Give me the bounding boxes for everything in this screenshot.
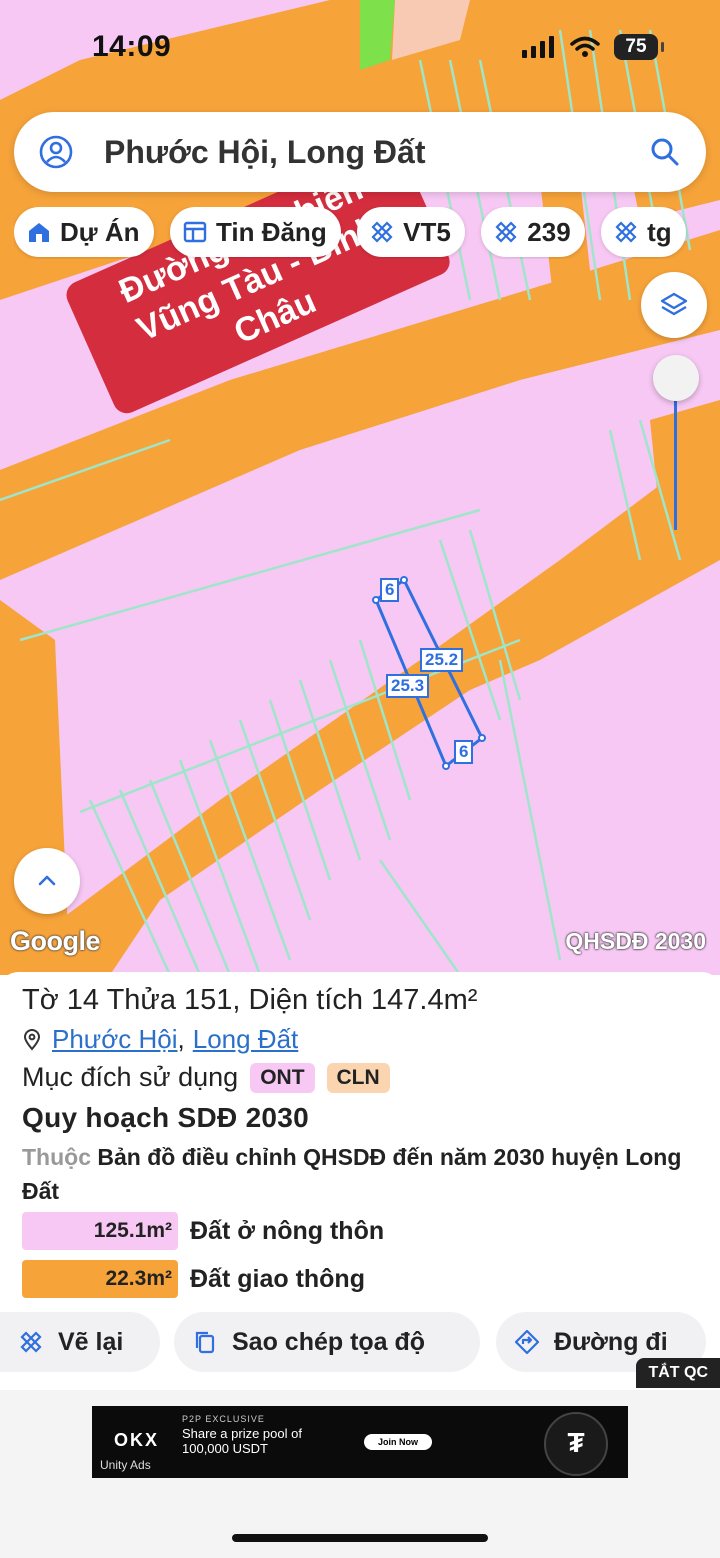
status-icons: 75 (522, 34, 664, 60)
chip-239[interactable]: 239 (481, 207, 585, 257)
ad-kicker: P2P EXCLUSIVE (182, 1414, 265, 1424)
news-icon (183, 221, 207, 243)
ad-join-button[interactable]: Join Now (364, 1434, 432, 1450)
chip-tin-dang[interactable]: Tin Đăng (169, 207, 341, 257)
opacity-slider-handle[interactable] (653, 355, 699, 401)
parcel-edge-label-left: 25.3 (386, 674, 430, 698)
search-bar[interactable]: Phước Hội, Long Đất (14, 112, 706, 192)
chip-du-an[interactable]: Dự Án (14, 207, 154, 257)
area-value: 22.3m² (22, 1260, 178, 1298)
user-profile-icon[interactable] (38, 134, 74, 170)
area-label: Đất giao thông (190, 1264, 365, 1293)
parcel-edge-label-bottom: 6 (454, 740, 474, 764)
chip-label: Tin Đăng (215, 216, 327, 247)
search-icon[interactable] (648, 135, 682, 169)
google-logo: Google (10, 926, 101, 956)
chip-vt5[interactable]: VT5 (357, 207, 465, 257)
tether-coin-icon: ₮ (544, 1412, 608, 1476)
ad-brand: OKX (114, 1430, 160, 1450)
copy-coordinates-button[interactable]: Sao chép tọa độ (174, 1312, 480, 1372)
ad-zone: OKX P2P EXCLUSIVE Share a prize pool of … (0, 1390, 720, 1558)
ruler-icon (371, 221, 393, 243)
area-row-transport: 22.3m² Đất giao thông (22, 1260, 365, 1298)
purpose-tag-ont: ONT (250, 1062, 315, 1093)
layers-icon (660, 292, 688, 316)
expand-panel-button[interactable] (14, 848, 80, 914)
plan-heading: Quy hoạch SDĐ 2030 (22, 1102, 310, 1133)
plan-source-text: Bản đồ điều chỉnh QHSDĐ đến năm 2030 huy… (22, 1144, 682, 1204)
copy-icon (195, 1331, 215, 1354)
land-use-purpose: Mục đích sử dụng ONT CLN (22, 1062, 390, 1093)
ruler-icon (20, 1331, 42, 1353)
area-value: 125.1m² (22, 1212, 178, 1250)
parcel-edge-label-top: 6 (380, 578, 400, 602)
status-bar: 14:09 75 (0, 0, 720, 100)
address-separator: , (177, 1024, 185, 1054)
chip-tg[interactable]: tg (601, 207, 686, 257)
home-indicator[interactable] (232, 1534, 488, 1542)
plan-source-prefix: Thuộc (22, 1144, 91, 1170)
purpose-tag-cln: CLN (326, 1062, 390, 1093)
chip-label: 239 (527, 216, 571, 247)
layers-button[interactable] (641, 272, 707, 338)
directions-icon (514, 1329, 540, 1355)
parcel-address: Phước Hội, Long Đất (22, 1024, 298, 1055)
status-time: 14:09 (92, 30, 172, 63)
district-link[interactable]: Long Đất (193, 1024, 299, 1055)
battery-indicator: 75 (614, 34, 664, 60)
area-row-residential: 125.1m² Đất ở nông thôn (22, 1212, 384, 1250)
parcel-edge-label-right: 25.2 (420, 648, 464, 672)
wifi-icon (570, 36, 600, 57)
redraw-button[interactable]: Vẽ lại (0, 1312, 160, 1372)
close-ads-button[interactable]: TẮT QC (636, 1358, 720, 1388)
ruler-icon (615, 221, 637, 243)
copy-coordinates-label: Sao chép tọa độ (232, 1327, 426, 1356)
search-input[interactable]: Phước Hội, Long Đất (104, 134, 648, 171)
area-label: Đất ở nông thôn (190, 1216, 385, 1245)
ruler-icon (495, 221, 517, 243)
plan-layer-tag: QHSDĐ 2030 (565, 928, 706, 954)
chip-label: Dự Án (60, 216, 140, 247)
ad-banner[interactable]: OKX P2P EXCLUSIVE Share a prize pool of … (92, 1406, 628, 1478)
ward-link[interactable]: Phước Hội (52, 1024, 178, 1055)
cellular-signal-icon (522, 36, 554, 58)
filter-chips: Dự Án Tin Đăng VT5 239 tg (14, 207, 720, 259)
ad-network-label: Unity Ads (100, 1458, 151, 1472)
location-pin-icon (23, 1028, 41, 1051)
chip-label: VT5 (403, 216, 451, 247)
action-bar: Vẽ lại Sao chép tọa độ Đường đi (0, 1312, 720, 1374)
directions-label: Đường đi (554, 1327, 668, 1356)
ad-message: Share a prize pool of 100,000 USDT (182, 1426, 302, 1456)
redraw-label: Vẽ lại (58, 1327, 124, 1356)
chevron-up-icon (38, 875, 56, 886)
chip-label: tg (647, 216, 672, 247)
purpose-label: Mục đích sử dụng (22, 1062, 239, 1092)
house-icon (29, 223, 49, 242)
parcel-title: Tờ 14 Thửa 151, Diện tích 147.4m² (22, 984, 478, 1016)
plan-source: Thuộc Bản đồ điều chỉnh QHSDĐ đến năm 20… (22, 1140, 702, 1208)
